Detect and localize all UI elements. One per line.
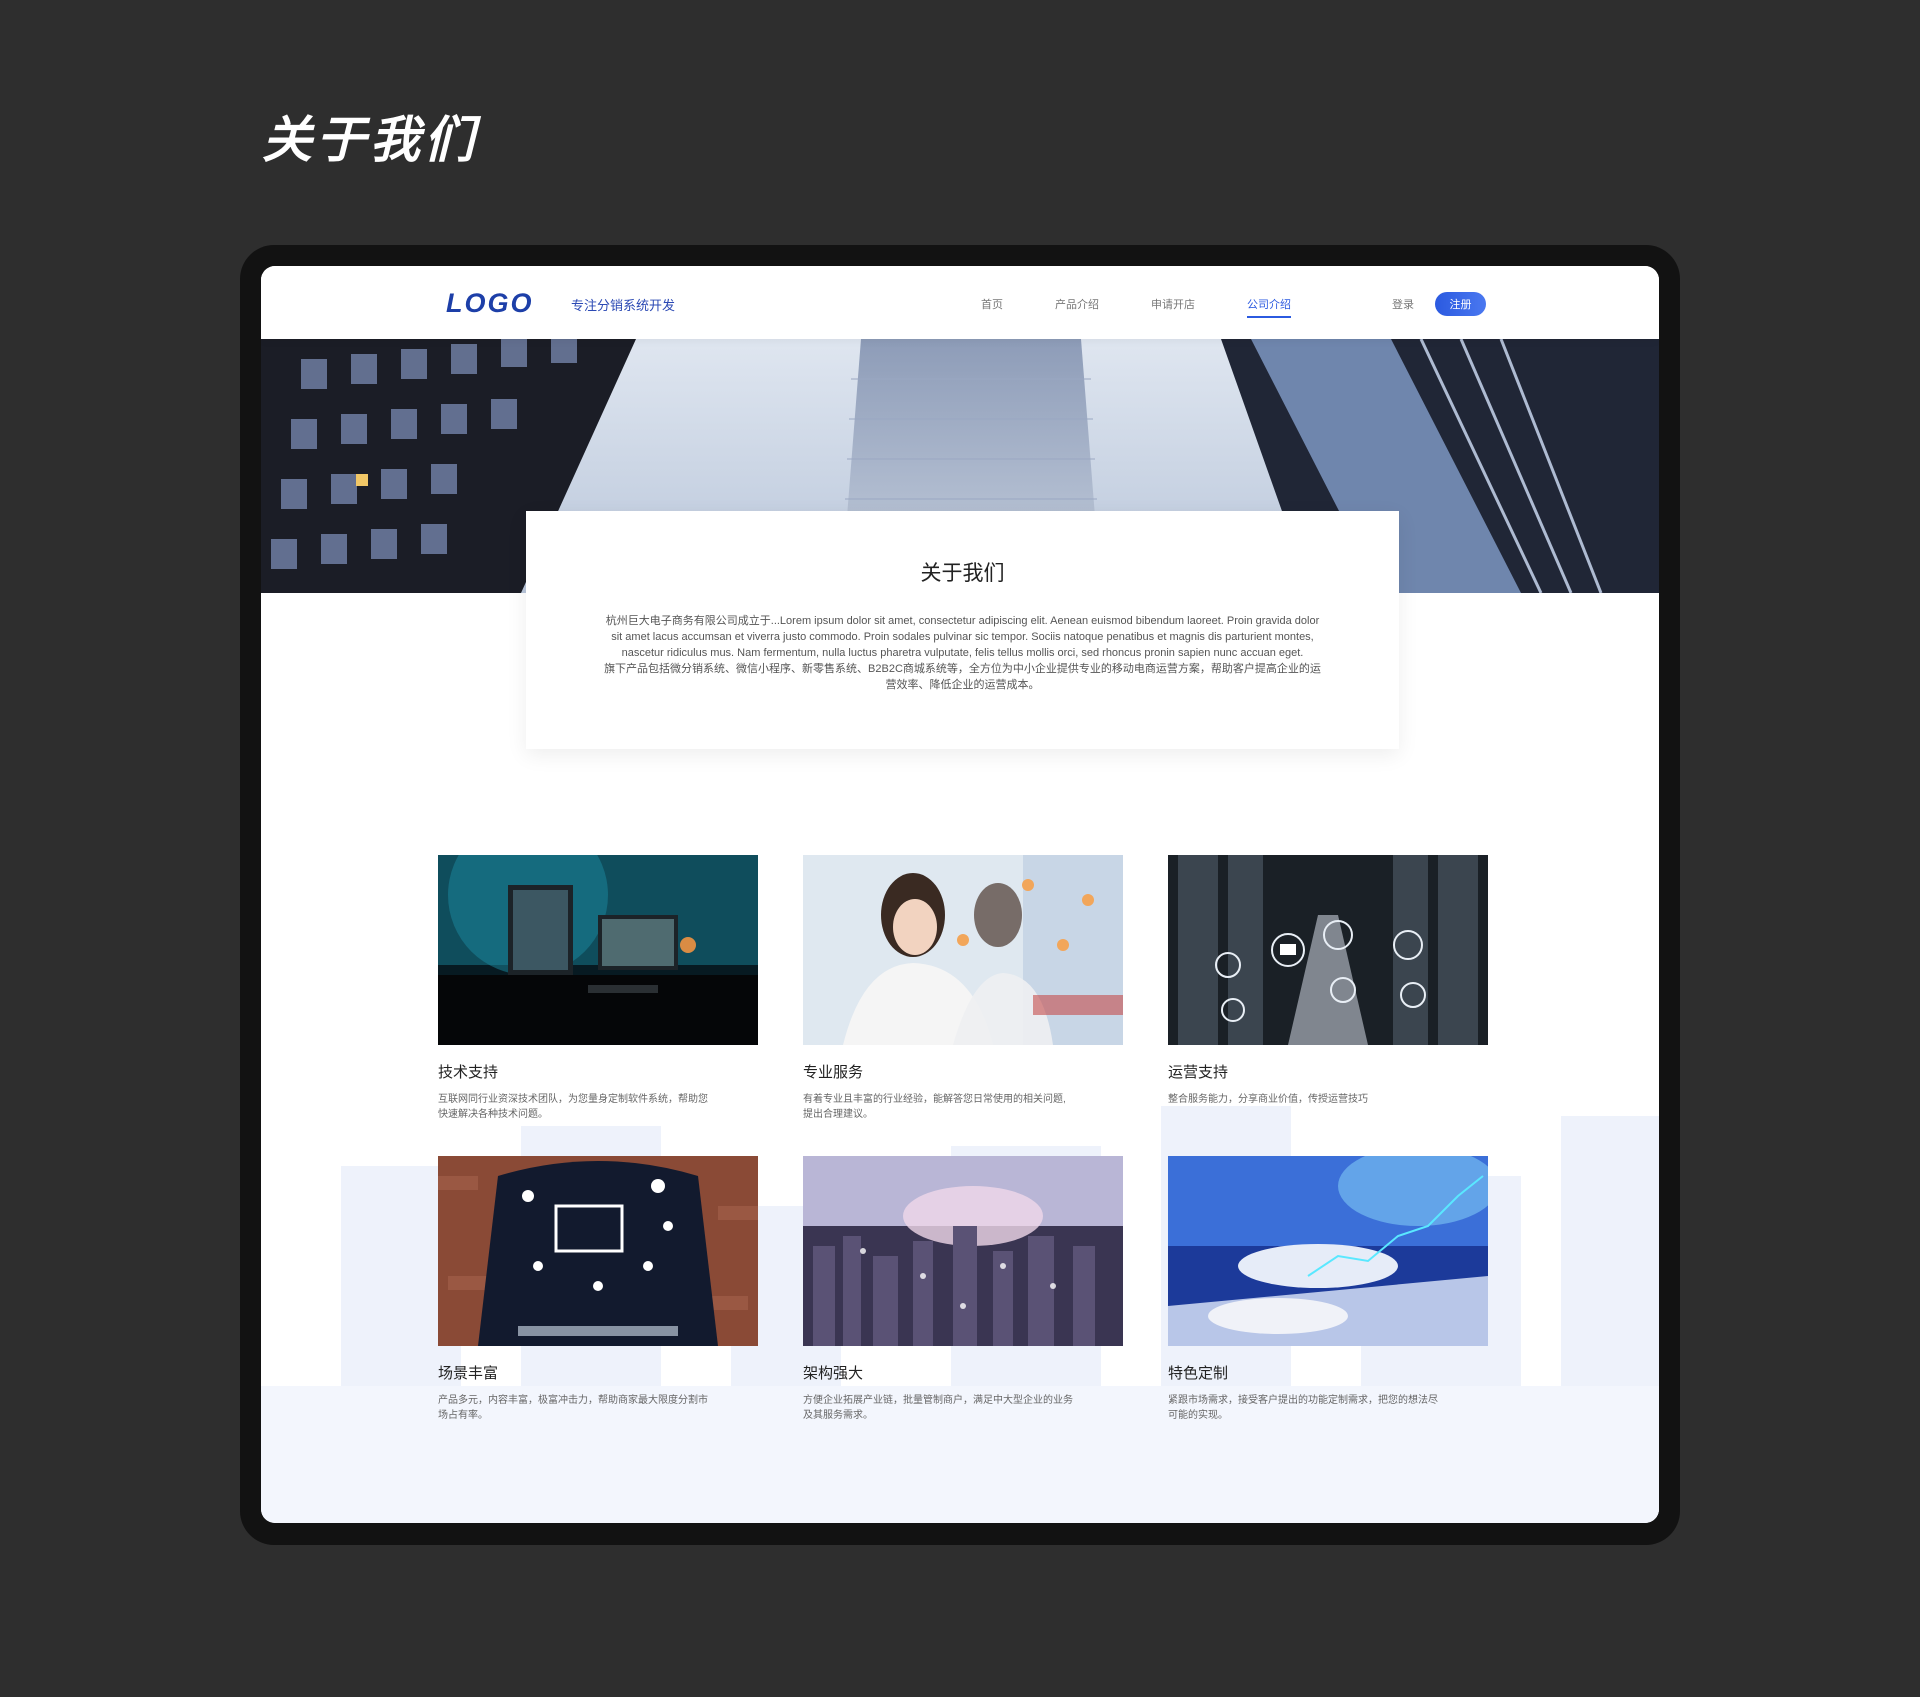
feature-description: 产品多元，内容丰富，极富冲击力，帮助商家最大限度分割市场占有率。 bbox=[438, 1395, 708, 1421]
about-paragraph-english: 杭州巨大电子商务有限公司成立于...Lorem ipsum dolor sit … bbox=[605, 615, 1320, 659]
customer-service-image bbox=[803, 855, 1123, 1045]
register-button[interactable]: 注册 bbox=[1435, 292, 1486, 316]
nav-item-products[interactable]: 产品介绍 bbox=[1055, 296, 1099, 320]
feature-card[interactable]: 技术支持 互联网同行业资深技术团队，为您量身定制软件系统，帮助您快速解决各种技术… bbox=[438, 855, 758, 1122]
login-link[interactable]: 登录 bbox=[1392, 296, 1414, 312]
main-nav: 首页 产品介绍 申请开店 公司介绍 bbox=[981, 296, 1343, 320]
site-tagline: 专注分销系统开发 bbox=[571, 298, 676, 313]
feature-title: 特色定制 bbox=[1168, 1365, 1229, 1382]
feature-description: 紧跟市场需求，接受客户提出的功能定制需求，把您的想法尽可能的实现。 bbox=[1168, 1395, 1438, 1421]
city-network-image bbox=[803, 1156, 1123, 1346]
computer-workstation-image bbox=[438, 855, 758, 1045]
feature-card[interactable]: 专业服务 有着专业且丰富的行业经验，能解答您日常使用的相关问题,提出合理建议。 bbox=[803, 855, 1123, 1122]
site-header: LOGO 专注分销系统开发 首页 产品介绍 申请开店 公司介绍 登录 注册 bbox=[261, 266, 1659, 339]
nav-item-home[interactable]: 首页 bbox=[981, 296, 1003, 320]
data-keyboard-image bbox=[1168, 1156, 1488, 1346]
feature-card[interactable]: 运营支持 整合服务能力，分享商业价值，传授运营技巧 bbox=[1168, 855, 1488, 1107]
server-network-image bbox=[1168, 855, 1488, 1045]
about-title: 关于我们 bbox=[920, 562, 1005, 585]
feature-title: 架构强大 bbox=[803, 1365, 864, 1382]
feature-description: 方便企业拓展产业链，批量管制商户，满足中大型企业的业务及其服务需求。 bbox=[803, 1395, 1073, 1421]
nav-item-company[interactable]: 公司介绍 bbox=[1247, 296, 1291, 320]
feature-card[interactable]: 场景丰富 产品多元，内容丰富，极富冲击力，帮助商家最大限度分割市场占有率。 bbox=[438, 1156, 758, 1423]
feature-grid: 技术支持 互联网同行业资深技术团队，为您量身定制软件系统，帮助您快速解决各种技术… bbox=[438, 855, 1488, 1455]
feature-description: 有着专业且丰富的行业经验，能解答您日常使用的相关问题,提出合理建议。 bbox=[803, 1094, 1066, 1120]
feature-title: 专业服务 bbox=[803, 1064, 864, 1081]
nav-item-open-store[interactable]: 申请开店 bbox=[1151, 296, 1195, 320]
about-text: 杭州巨大电子商务有限公司成立于...Lorem ipsum dolor sit … bbox=[603, 613, 1323, 693]
page-heading: 关于我们 bbox=[262, 112, 478, 168]
feature-title: 场景丰富 bbox=[438, 1365, 499, 1382]
feature-description: 整合服务能力，分享商业价值，传授运营技巧 bbox=[1168, 1094, 1368, 1105]
device-frame: LOGO 专注分销系统开发 首页 产品介绍 申请开店 公司介绍 登录 注册 关于… bbox=[240, 245, 1680, 1545]
live-streaming-image bbox=[438, 1156, 758, 1346]
feature-card[interactable]: 架构强大 方便企业拓展产业链，批量管制商户，满足中大型企业的业务及其服务需求。 bbox=[803, 1156, 1123, 1423]
about-card: 关于我们 杭州巨大电子商务有限公司成立于...Lorem ipsum dolor… bbox=[526, 511, 1399, 749]
feature-description: 互联网同行业资深技术团队，为您量身定制软件系统，帮助您快速解决各种技术问题。 bbox=[438, 1094, 708, 1120]
feature-title: 运营支持 bbox=[1168, 1064, 1229, 1081]
about-paragraph-chinese: 旗下产品包括微分销系统、微信小程序、新零售系统、B2B2C商城系统等，全方位为中… bbox=[604, 663, 1321, 691]
feature-card[interactable]: 特色定制 紧跟市场需求，接受客户提出的功能定制需求，把您的想法尽可能的实现。 bbox=[1168, 1156, 1488, 1423]
website-screen: LOGO 专注分销系统开发 首页 产品介绍 申请开店 公司介绍 登录 注册 关于… bbox=[261, 266, 1659, 1523]
feature-title: 技术支持 bbox=[438, 1064, 499, 1081]
site-logo[interactable]: LOGO bbox=[446, 288, 534, 319]
